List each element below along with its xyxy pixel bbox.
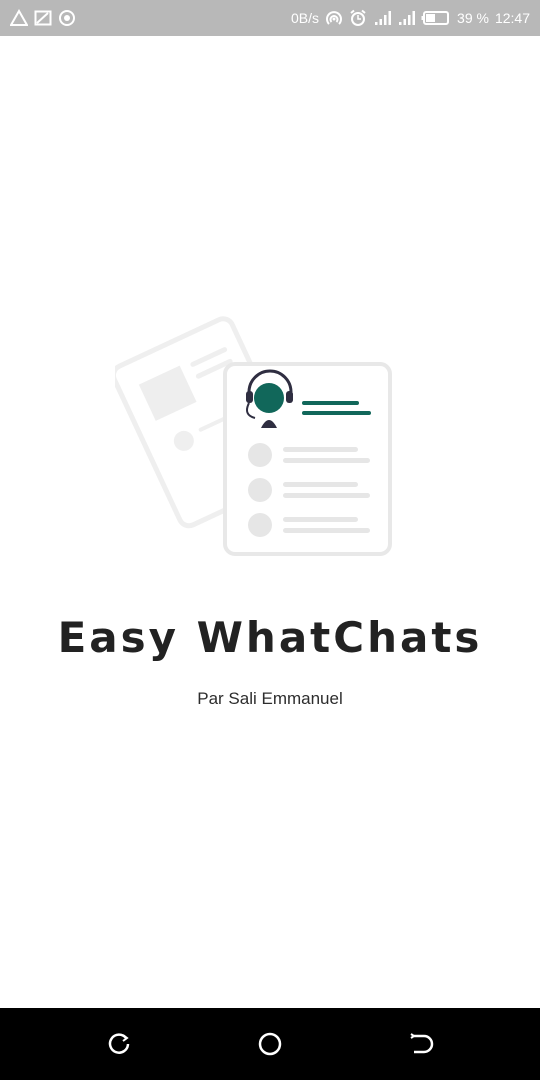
back-icon xyxy=(108,1033,130,1054)
alert-triangle-icon xyxy=(10,9,28,27)
battery-icon xyxy=(421,9,451,27)
back-button[interactable] xyxy=(106,1030,134,1058)
clock-time: 12:47 xyxy=(494,10,530,26)
battery-percent: 39 % xyxy=(457,10,489,26)
status-bar: 0B/s 39 % 12:47 xyxy=(0,0,540,36)
home-button[interactable] xyxy=(256,1030,284,1058)
alarm-icon xyxy=(349,9,367,27)
sync-circle-icon xyxy=(58,9,76,27)
signal-icon xyxy=(373,9,392,27)
app-title: Easy WhatChats xyxy=(57,613,483,662)
front-card xyxy=(223,362,392,556)
status-bar-left xyxy=(10,8,76,28)
recent-apps-icon xyxy=(410,1033,434,1054)
support-agent-avatar xyxy=(245,369,295,428)
status-bar-right: 0B/s 39 % 12:47 xyxy=(291,8,530,28)
hotspot-icon xyxy=(325,9,343,27)
network-speed: 0B/s xyxy=(291,10,320,26)
home-icon xyxy=(258,1032,282,1056)
screen-cast-icon xyxy=(34,9,52,27)
recent-apps-button[interactable] xyxy=(406,1030,434,1058)
app-subtitle: Par Sali Emmanuel xyxy=(197,689,343,708)
splash-illustration xyxy=(115,316,392,556)
signal-2-icon xyxy=(397,9,416,27)
navigation-bar xyxy=(0,1008,540,1080)
